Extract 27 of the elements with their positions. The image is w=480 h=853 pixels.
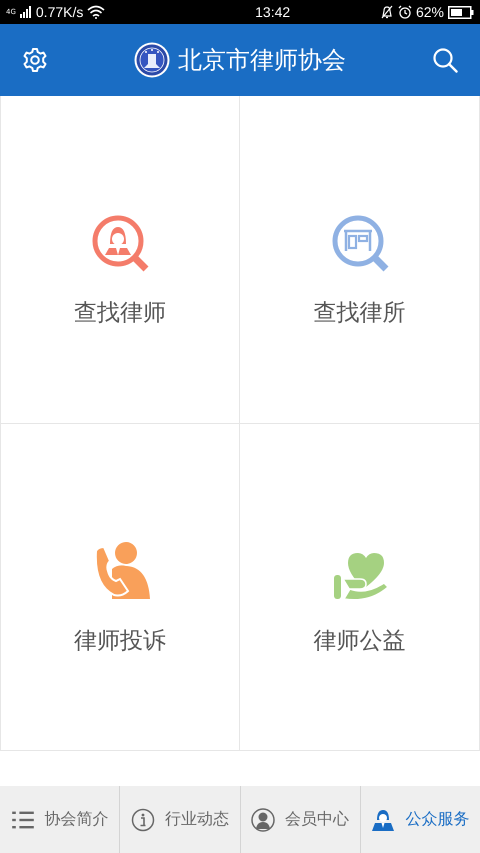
search-icon	[432, 47, 458, 73]
info-icon	[130, 808, 155, 832]
nav-tab[interactable]: 会员中心	[240, 786, 360, 853]
tile-label: 律师投诉	[74, 626, 166, 656]
wifi-icon	[87, 5, 106, 19]
alarm-icon	[398, 5, 412, 19]
nav-tab[interactable]: 公众服务	[360, 786, 480, 853]
tile-label: 律师公益	[314, 626, 406, 656]
network-speed: 0.77K/s	[36, 4, 84, 20]
bell-muted-icon	[380, 5, 394, 19]
user-icon	[251, 808, 276, 832]
battery-percent: 62%	[416, 4, 444, 20]
user-icon	[371, 808, 396, 832]
clock: 13:42	[255, 4, 290, 20]
nav-tab[interactable]: 行业动态	[119, 786, 240, 853]
service-tile[interactable]: 律师投诉	[0, 424, 240, 750]
app-title: 北京市律师协会	[178, 45, 346, 76]
signal-icon	[20, 6, 32, 18]
service-tile[interactable]: 查找律师	[0, 96, 240, 424]
battery-icon	[448, 6, 474, 18]
nav-tab[interactable]: 协会简介	[0, 786, 120, 853]
service-tile[interactable]: 律师公益	[240, 424, 480, 750]
settings-icon	[22, 47, 48, 73]
emblem-icon	[134, 42, 170, 78]
tile-label: 查找律师	[74, 299, 166, 328]
tile-label: 查找律所	[314, 299, 406, 328]
service-tile[interactable]: 查找律所	[240, 96, 480, 424]
